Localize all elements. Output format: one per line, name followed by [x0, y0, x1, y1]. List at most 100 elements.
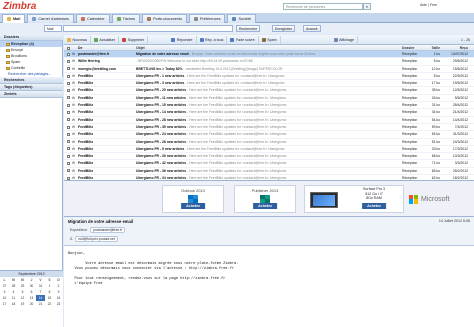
- ad-surface-buy-button[interactable]: Achetez: [362, 203, 386, 209]
- delete-button[interactable]: Supprimer: [119, 36, 149, 44]
- message-row[interactable]: ✉ FeedBlitz Ubergizmo FR - 1 new articles …: [64, 73, 474, 81]
- forward-label: Faire suivre: [235, 38, 255, 42]
- advanced-search-button[interactable]: Avancé: [303, 25, 321, 32]
- tab-address-book[interactable]: Carnet d'adresses: [27, 13, 75, 23]
- searches-header[interactable]: Recherches: [0, 77, 63, 84]
- message-row[interactable]: ✉ FeedBlitz Ubergizmo FR - 30 new articles…: [64, 153, 474, 161]
- calendar-day[interactable]: 18: [9, 301, 18, 307]
- user-links[interactable]: Aide | Free: [420, 3, 437, 7]
- row-size: 5 ko: [433, 59, 440, 64]
- ad-outlook-buy-button[interactable]: Achetez: [181, 203, 205, 209]
- message-row[interactable]: ✉ FeedBlitz Ubergizmo FR - 15 new articles…: [64, 102, 474, 110]
- calendar-day[interactable]: 21: [36, 301, 45, 307]
- row-folder: Réception: [402, 81, 418, 86]
- ad-outlook[interactable]: Outlook 2013 Achetez: [162, 185, 224, 213]
- row-checkbox[interactable]: [64, 87, 72, 94]
- message-row[interactable]: ✉ FeedBlitz Ubergizmo FR - 14 new articles…: [64, 109, 474, 117]
- calendar-day[interactable]: 23: [54, 301, 63, 307]
- row-fragment: - BFW0O0O0BVFW Welcome to our store http…: [136, 59, 254, 64]
- tab-tasks[interactable]: Tâches: [111, 13, 141, 23]
- tab-preferences[interactable]: Préférences: [189, 13, 226, 23]
- row-checkbox[interactable]: [64, 146, 72, 153]
- tab-label: Société: [238, 16, 252, 21]
- tab-company[interactable]: Société: [227, 13, 257, 23]
- ad-publisher-buy-button[interactable]: Achetez: [253, 203, 277, 209]
- message-row[interactable]: ✉ FeedBlitz Ubergizmo FR - 11 new articles…: [64, 95, 474, 103]
- calendar-day[interactable]: 22: [45, 301, 54, 307]
- row-checkbox[interactable]: [64, 117, 72, 124]
- ad-publisher-title: Publisher 2013: [251, 188, 279, 193]
- row-checkbox[interactable]: [64, 102, 72, 109]
- to-address[interactable]: null@full.prix.proxad.net: [75, 236, 118, 242]
- message-row[interactable]: ✉ FeedBlitz Ubergizmo FR - 24 new articles…: [64, 131, 474, 139]
- person-search-button[interactable]: ⌕: [363, 3, 371, 10]
- row-size: 5 ko: [433, 73, 440, 78]
- row-checkbox[interactable]: [64, 153, 72, 160]
- message-row[interactable]: ✉ FeedBlitz Ubergizmo FR - 42 new articles…: [64, 160, 474, 168]
- row-folder: Réception: [402, 66, 418, 71]
- message-row[interactable]: ✉ postmaster@free.fr Migration de votre ad…: [64, 51, 474, 59]
- message-row[interactable]: ✉ moregis@brettling.com BRETTLING Inc > To…: [64, 66, 474, 73]
- from-address[interactable]: postmaster@free.fr: [90, 227, 126, 233]
- tab-mail[interactable]: Mail: [2, 13, 26, 23]
- pager[interactable]: 1 - 26: [461, 36, 470, 44]
- row-subject-cell: Ubergizmo FR - 15 new articles - Here ar…: [136, 102, 402, 109]
- message-row[interactable]: ✉ FeedBlitz Ubergizmo FR - 9 new articles …: [64, 146, 474, 154]
- refresh-button[interactable]: Actualiser: [91, 36, 120, 44]
- search-input[interactable]: [63, 25, 233, 32]
- message-row[interactable]: ✉ FeedBlitz Ubergizmo FR - 36 new articles…: [64, 168, 474, 176]
- new-button[interactable]: Nouveau: [64, 36, 91, 44]
- folders-header[interactable]: Dossiers: [0, 34, 63, 41]
- message-row[interactable]: ✉ Willie Herring - BFW0O0O0BVFW Welcome to…: [64, 58, 474, 66]
- person-search-input[interactable]: Recherche de personnes: [283, 3, 363, 10]
- row-subject-cell: Ubergizmo FR - 28 new articles - Here ar…: [136, 117, 402, 124]
- mini-calendar: Septembre 2012 L M M J V S D 27 28 29 30 31 1 2 3 4 5 6 7 8…: [0, 270, 63, 327]
- message-row[interactable]: ✉ FeedBlitz Ubergizmo FR - 3 new articles …: [64, 80, 474, 88]
- folder-list: Réception (4) Envoyé Brouillons Spam Corbeil…: [0, 41, 62, 71]
- row-date: 5/5/2012: [454, 95, 468, 100]
- row-fragment: - Here are the FeedBlitz updates for <co…: [186, 117, 287, 122]
- row-checkbox[interactable]: [64, 109, 72, 116]
- row-checkbox[interactable]: [64, 73, 72, 80]
- row-checkbox[interactable]: [64, 139, 72, 146]
- row-checkbox[interactable]: [64, 80, 72, 87]
- row-subject: BRETTLING Inc > Today 82%: [136, 66, 183, 71]
- view-button[interactable]: Affichage: [331, 36, 359, 44]
- row-fragment: - Here are the FeedBlitz updates for <co…: [186, 132, 287, 137]
- reply-button[interactable]: Répondre: [168, 36, 197, 44]
- address-book-icon: [32, 16, 37, 21]
- row-checkbox[interactable]: [64, 58, 72, 65]
- save-search-button[interactable]: Enregistrer: [272, 25, 296, 32]
- ad-publisher[interactable]: Publisher 2013 Achetez: [234, 185, 296, 213]
- calendar-day[interactable]: 19: [18, 301, 27, 307]
- row-checkbox[interactable]: [64, 160, 72, 167]
- message-row[interactable]: ✉ FeedBlitz Ubergizmo FR - 28 new articles…: [64, 117, 474, 124]
- row-checkbox[interactable]: [64, 66, 72, 73]
- tags-header[interactable]: Tags (étiquettes): [0, 84, 63, 91]
- spam-button[interactable]: Spam: [259, 36, 281, 44]
- reply-all-button[interactable]: Rép. à tous: [197, 36, 228, 44]
- ad-surface[interactable]: Surface Pro 3 512 Go / i7 8Go RAM Achete…: [304, 185, 404, 213]
- forward-button[interactable]: Faire suivre: [227, 36, 259, 44]
- search-button[interactable]: Rechercher: [236, 25, 261, 32]
- zimlets-header[interactable]: Zimlets: [0, 91, 63, 98]
- message-row[interactable]: ✉ FeedBlitz Ubergizmo FR - 20 new articles…: [64, 87, 474, 95]
- row-subject-cell: Ubergizmo FR - 11 new articles - Here ar…: [136, 95, 402, 102]
- row-checkbox[interactable]: [64, 124, 72, 131]
- publisher-logo-icon: [260, 195, 270, 203]
- row-checkbox[interactable]: [64, 95, 72, 102]
- message-row[interactable]: ✉ FeedBlitz Ubergizmo FR - 35 new articles…: [64, 124, 474, 132]
- row-checkbox[interactable]: [64, 131, 72, 138]
- tab-briefcase[interactable]: Porte-documents: [142, 13, 187, 23]
- tab-calendar[interactable]: Calendrier: [76, 13, 110, 23]
- row-checkbox[interactable]: [64, 51, 72, 58]
- calendar-day[interactable]: 17: [0, 301, 9, 307]
- row-checkbox[interactable]: [64, 168, 72, 175]
- row-folder: Réception: [402, 132, 418, 137]
- row-subject-cell: BRETTLING Inc > Today 82% - newsletter B…: [136, 66, 402, 73]
- search-scope-dropdown[interactable]: Mail: [44, 25, 62, 32]
- outlook-logo-icon: [188, 195, 198, 203]
- message-row[interactable]: ✉ FeedBlitz Ubergizmo FR - 26 new articles…: [64, 139, 474, 146]
- ad-outlook-title: Outlook 2013: [181, 188, 205, 193]
- calendar-day[interactable]: 20: [27, 301, 36, 307]
